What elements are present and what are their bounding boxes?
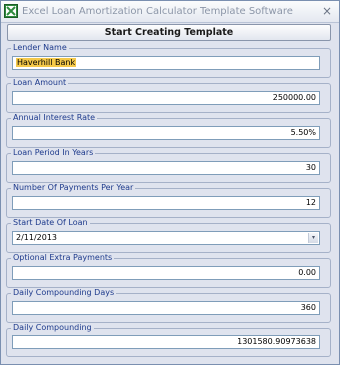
chevron-down-icon[interactable]: ▾ xyxy=(308,233,318,243)
compounding-days-label: Daily Compounding Days xyxy=(11,288,117,298)
payments-per-year-label: Number Of Payments Per Year xyxy=(11,183,136,193)
loan-period-value: 30 xyxy=(305,163,316,172)
start-creating-template-button[interactable]: Start Creating Template xyxy=(7,24,331,41)
compounding-days-field[interactable]: 360 xyxy=(12,301,320,315)
loan-amount-field[interactable]: 250000.00 xyxy=(12,91,320,105)
extra-payments-field[interactable]: 0.00 xyxy=(12,266,320,280)
title-bar[interactable]: Excel Loan Amortization Calculator Templ… xyxy=(1,1,339,23)
extra-payments-label: Optional Extra Payments xyxy=(11,253,115,263)
lender-name-field[interactable]: Haverhill Bank xyxy=(12,56,320,70)
window-title: Excel Loan Amortization Calculator Templ… xyxy=(22,6,293,17)
start-date-value: 2/11/2013 xyxy=(16,233,58,242)
loan-amount-value: 250000.00 xyxy=(272,93,316,102)
payments-per-year-field[interactable]: 12 xyxy=(12,196,320,210)
close-icon[interactable]: × xyxy=(320,4,334,18)
lender-name-value: Haverhill Bank xyxy=(16,58,77,67)
start-date-picker[interactable]: 2/11/2013 ▾ xyxy=(12,231,320,245)
compounding-days-value: 360 xyxy=(300,303,316,312)
loan-period-field[interactable]: 30 xyxy=(12,161,320,175)
daily-compounding-field[interactable]: 1301580.90973638 xyxy=(12,335,320,349)
lender-name-label: Lender Name xyxy=(11,43,69,53)
start-date-label: Start Date Of Loan xyxy=(11,218,90,228)
excel-icon xyxy=(4,4,18,18)
annual-interest-rate-value: 5.50% xyxy=(290,128,316,137)
annual-interest-rate-field[interactable]: 5.50% xyxy=(12,126,320,140)
app-window: Excel Loan Amortization Calculator Templ… xyxy=(0,0,340,365)
daily-compounding-value: 1301580.90973638 xyxy=(237,337,316,346)
loan-period-label: Loan Period In Years xyxy=(11,148,96,158)
payments-per-year-value: 12 xyxy=(305,198,316,207)
daily-compounding-label: Daily Compounding xyxy=(11,323,94,333)
extra-payments-value: 0.00 xyxy=(298,268,316,277)
loan-amount-label: Loan Amount xyxy=(11,78,69,88)
annual-interest-rate-label: Annual Interest Rate xyxy=(11,113,98,123)
